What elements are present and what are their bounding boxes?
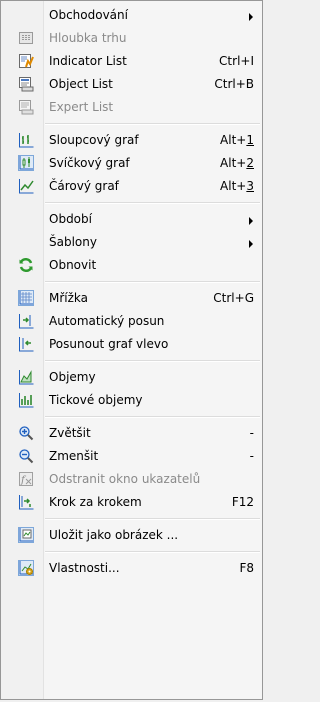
- menu-item-indicator-list[interactable]: Indicator List Ctrl+I: [1, 50, 262, 73]
- zoom-out-icon: [18, 448, 34, 464]
- menu-item-shortcut: Ctrl+G: [213, 291, 254, 305]
- menu-item-volumes[interactable]: Objemy: [1, 366, 262, 389]
- menu-item-label: Uložit jako obrázek ...: [49, 528, 179, 542]
- menu-item-step-by-step[interactable]: Krok za krokem F12: [1, 491, 262, 514]
- chart-shift-icon: [18, 336, 34, 352]
- menu-item-label: Indicator List: [49, 54, 127, 68]
- volumes-icon: [18, 369, 34, 385]
- refresh-icon: [18, 257, 34, 273]
- indicator-list-icon: [18, 53, 34, 69]
- menu-item-object-list[interactable]: Object List Ctrl+B: [1, 73, 262, 96]
- menu-item-grid[interactable]: Mřížka Ctrl+G: [1, 287, 262, 310]
- auto-scroll-icon: [18, 313, 34, 329]
- bar-chart-icon: [18, 132, 34, 148]
- menu-item-shortcut: Ctrl+B: [214, 77, 254, 91]
- menu-separator: [1, 119, 262, 129]
- menu-item-label: Posunout graf vlevo: [49, 337, 169, 351]
- chart-context-menu: Obchodování Hloubka trhu Indicator List …: [0, 0, 263, 700]
- step-by-step-icon: [18, 494, 34, 510]
- menu-item-shortcut: F12: [231, 495, 254, 509]
- menu-item-label: Tickové objemy: [49, 393, 143, 407]
- zoom-in-icon: [18, 425, 34, 441]
- menu-item-zoom-in[interactable]: Zvětšit -: [1, 422, 262, 445]
- menu-item-save-as-picture[interactable]: Uložit jako obrázek ...: [1, 524, 262, 547]
- menu-item-label: Vlastnosti...: [49, 561, 120, 575]
- menu-item-depth-of-market: Hloubka trhu: [1, 27, 262, 50]
- submenu-arrow-icon: [249, 217, 253, 225]
- menu-item-label: Object List: [49, 77, 113, 91]
- menu-item-label: Svíčkový graf: [49, 156, 130, 170]
- menu-item-label: Hloubka trhu: [49, 31, 127, 45]
- expert-list-icon: [18, 99, 34, 115]
- properties-icon: [18, 560, 34, 576]
- menu-item-label: Objemy: [49, 370, 96, 384]
- menu-item-label: Odstranit okno ukazatelů: [49, 472, 201, 486]
- menu-item-label: Obchodování: [49, 8, 128, 22]
- menu-item-label: Automatický posun: [49, 314, 165, 328]
- menu-item-label: Období: [49, 212, 92, 226]
- candlestick-chart-icon: [18, 155, 34, 171]
- grid-icon: [18, 290, 34, 306]
- menu-item-line-chart[interactable]: Čárový graf Alt+3: [1, 175, 262, 198]
- menu-item-label: Obnovit: [49, 258, 97, 272]
- menu-item-shortcut: Alt+2: [220, 156, 254, 170]
- menu-separator: [1, 514, 262, 524]
- menu-items: Obchodování Hloubka trhu Indicator List …: [1, 4, 262, 580]
- menu-item-zoom-out[interactable]: Zmenšit -: [1, 445, 262, 468]
- menu-item-chart-shift[interactable]: Posunout graf vlevo: [1, 333, 262, 356]
- menu-separator: [1, 277, 262, 287]
- menu-item-shortcut: Ctrl+I: [219, 54, 254, 68]
- submenu-arrow-icon: [249, 240, 253, 248]
- menu-item-label: Mřížka: [49, 291, 89, 305]
- submenu-arrow-icon: [249, 13, 253, 21]
- menu-separator: [1, 412, 262, 422]
- menu-item-label: Šablony: [49, 235, 97, 249]
- menu-item-label: Zmenšit: [49, 449, 99, 463]
- tick-volumes-icon: [18, 392, 34, 408]
- menu-item-auto-scroll[interactable]: Automatický posun: [1, 310, 262, 333]
- menu-item-refresh[interactable]: Obnovit: [1, 254, 262, 277]
- depth-of-market-icon: [18, 30, 34, 46]
- save-as-picture-icon: [18, 527, 34, 543]
- remove-indicator-window-icon: f: [18, 471, 34, 487]
- menu-item-shortcut: F8: [239, 561, 254, 575]
- menu-item-period[interactable]: Období: [1, 208, 262, 231]
- menu-separator: [1, 356, 262, 366]
- menu-item-templates[interactable]: Šablony: [1, 231, 262, 254]
- menu-item-label: Expert List: [49, 100, 114, 114]
- menu-item-trading[interactable]: Obchodování: [1, 4, 262, 27]
- menu-item-expert-list: Expert List: [1, 96, 262, 119]
- menu-item-label: Sloupcový graf: [49, 133, 139, 147]
- menu-item-label: Krok za krokem: [49, 495, 142, 509]
- menu-item-properties[interactable]: Vlastnosti... F8: [1, 557, 262, 580]
- menu-item-shortcut: -: [249, 426, 254, 440]
- menu-item-bar-chart[interactable]: Sloupcový graf Alt+1: [1, 129, 262, 152]
- menu-item-label: Čárový graf: [49, 179, 119, 193]
- menu-separator: [1, 547, 262, 557]
- menu-item-shortcut: -: [249, 449, 254, 463]
- menu-item-candlestick-chart[interactable]: Svíčkový graf Alt+2: [1, 152, 262, 175]
- menu-item-tick-volumes[interactable]: Tickové objemy: [1, 389, 262, 412]
- menu-item-label: Zvětšit: [49, 426, 91, 440]
- line-chart-icon: [18, 178, 34, 194]
- menu-item-shortcut: Alt+3: [220, 179, 254, 193]
- menu-item-remove-indicator-window: f Odstranit okno ukazatelů: [1, 468, 262, 491]
- menu-item-shortcut: Alt+1: [220, 133, 254, 147]
- object-list-icon: [18, 76, 34, 92]
- menu-separator: [1, 198, 262, 208]
